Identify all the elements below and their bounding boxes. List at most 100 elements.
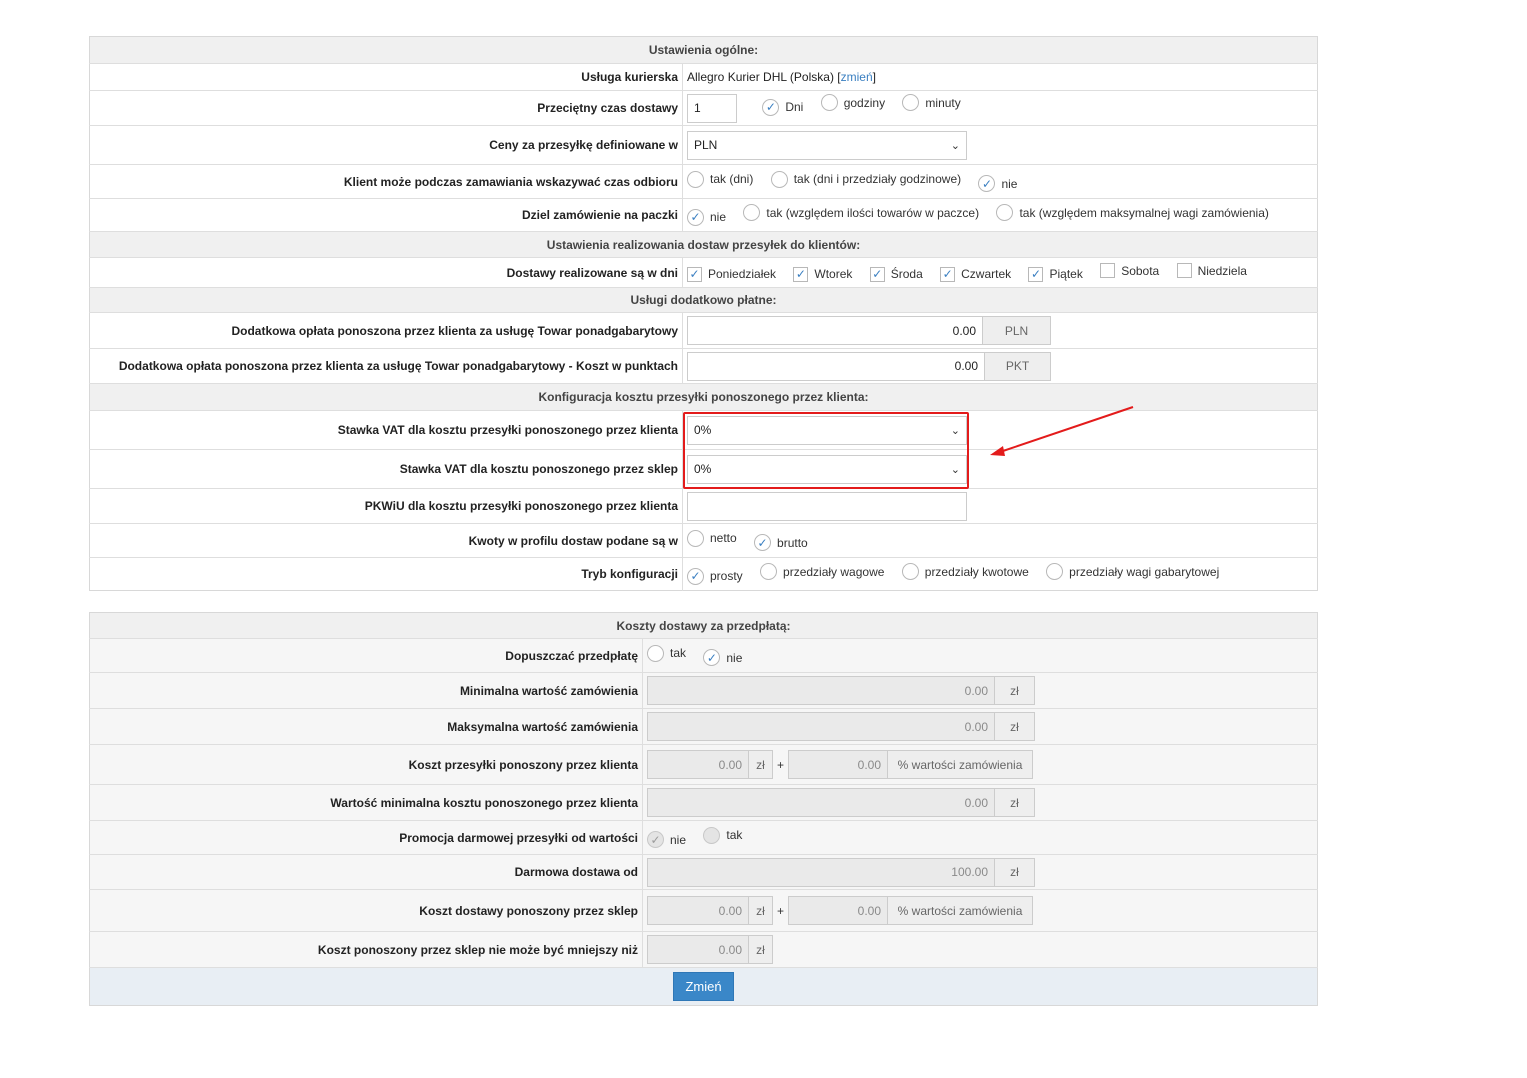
day-checkbox-fri[interactable]: ✓ Piątek: [1028, 266, 1083, 282]
unit-days-radio[interactable]: ✓ Dni: [762, 98, 803, 116]
client-cost-input[interactable]: 0.00: [647, 750, 749, 779]
unit-hours-radio[interactable]: godziny: [820, 94, 885, 112]
split-no-radio[interactable]: ✓ nie: [687, 208, 726, 226]
day-checkbox-thu[interactable]: ✓ Czwartek: [940, 266, 1011, 282]
vat-client-select[interactable]: 0% ⌄: [687, 415, 967, 445]
allow-prepaid-yes-radio[interactable]: tak: [647, 644, 686, 662]
day-checkbox-mon[interactable]: ✓ Poniedziałek: [687, 266, 776, 282]
section-header-general: Ustawienia ogólne:: [89, 36, 1318, 64]
radio-empty-icon: [770, 170, 788, 188]
radio-empty-icon: [687, 529, 704, 547]
section-header-cost-config: Konfiguracja kosztu przesyłki ponoszoneg…: [89, 383, 1318, 411]
shop-cost-pct-input[interactable]: 0.00: [788, 896, 889, 925]
plus-sign: +: [777, 757, 785, 772]
mode-simple-radio[interactable]: ✓ prosty: [687, 567, 743, 585]
shop-cost-label: Koszt dostawy ponoszony przez sklep: [89, 889, 643, 932]
pickup-days-radio[interactable]: tak (dni): [687, 170, 753, 188]
shop-min-label: Koszt ponoszony przez sklep nie może być…: [89, 931, 643, 968]
promo-label: Promocja darmowej przesyłki od wartości: [89, 820, 643, 855]
allow-prepaid-no-radio[interactable]: ✓ nie: [703, 649, 742, 667]
radio-empty-icon: [1046, 563, 1064, 581]
max-order-input[interactable]: 0.00: [647, 712, 995, 741]
free-from-input[interactable]: 100.00: [647, 857, 995, 887]
radio-empty-icon: [902, 94, 920, 112]
currency-addon: zł: [995, 712, 1035, 741]
pct-addon: % wartości zamówienia: [888, 896, 1034, 925]
radio-checked-icon: ✓: [762, 98, 780, 116]
day-checkbox-tue[interactable]: ✓ Wtorek: [793, 266, 852, 282]
currency-label: Ceny za przesyłkę definiowane w: [89, 125, 683, 165]
courier-value: Allegro Kurier DHL (Polska): [687, 70, 834, 84]
mode-label: Tryb konfiguracji: [89, 557, 683, 591]
day-checkbox-wed[interactable]: ✓ Środa: [869, 266, 923, 282]
checkbox-checked-icon: ✓: [869, 266, 885, 282]
day-checkbox-sun[interactable]: Niedziela: [1176, 263, 1247, 279]
promo-yes-radio[interactable]: tak: [703, 826, 742, 844]
max-order-label: Maksymalna wartość zamówienia: [89, 708, 643, 745]
checkbox-checked-icon: ✓: [940, 266, 956, 282]
allow-prepaid-label: Dopuszczać przedpłatę: [89, 638, 643, 673]
currency-addon: zł: [749, 935, 773, 964]
avg-time-input[interactable]: 1: [687, 93, 737, 123]
radio-checked-icon: ✓: [687, 208, 704, 226]
pkwiu-input[interactable]: [687, 491, 967, 521]
amounts-gross-radio[interactable]: ✓ brutto: [754, 534, 808, 552]
client-cost-pct-input[interactable]: 0.00: [788, 750, 889, 779]
pickup-hours-radio[interactable]: tak (dni i przedziały godzinowe): [770, 170, 961, 188]
mode-weight-radio[interactable]: przedziały wagowe: [760, 563, 884, 581]
pickup-no-radio[interactable]: ✓ nie: [978, 175, 1017, 193]
checkbox-empty-icon: [1100, 263, 1116, 279]
oversize-points-label: Dodatkowa opłata ponoszona przez klienta…: [89, 348, 683, 384]
radio-checked-icon: ✓: [687, 567, 704, 585]
min-order-input[interactable]: 0.00: [647, 676, 995, 705]
form-footer: Zmień: [89, 967, 1318, 1006]
unit-minutes-radio[interactable]: minuty: [902, 94, 961, 112]
amounts-label: Kwoty w profilu dostaw podane są w: [89, 523, 683, 558]
promo-no-radio[interactable]: ✓ nie: [647, 831, 686, 849]
free-from-label: Darmowa dostawa od: [89, 854, 643, 890]
submit-button[interactable]: Zmień: [673, 972, 734, 1001]
radio-checked-icon: ✓: [647, 831, 664, 849]
oversize-points-input[interactable]: 0.00: [687, 351, 985, 381]
prepaid-table: Koszty dostawy za przedpłatą: Dopuszczać…: [89, 612, 1318, 1006]
split-label: Dziel zamówienie na paczki: [89, 198, 683, 232]
radio-empty-icon: [647, 644, 664, 662]
min-client-cost-label: Wartość minimalna kosztu ponoszonego prz…: [89, 784, 643, 821]
section-header-prepaid: Koszty dostawy za przedpłatą:: [89, 612, 1318, 639]
amounts-net-radio[interactable]: netto: [687, 529, 737, 547]
radio-empty-icon: [743, 204, 761, 222]
currency-addon: zł: [749, 896, 773, 925]
currency-addon: zł: [749, 750, 773, 779]
shop-min-input[interactable]: 0.00: [647, 935, 749, 964]
split-count-radio[interactable]: tak (względem ilości towarów w paczce): [743, 204, 979, 222]
chevron-down-icon: ⌄: [950, 463, 960, 476]
oversize-input[interactable]: 0.00: [687, 316, 983, 345]
pkwiu-label: PKWiU dla kosztu przesyłki ponoszonego p…: [89, 488, 683, 524]
oversize-points-unit: PKT: [985, 351, 1051, 381]
radio-empty-icon: [996, 204, 1014, 222]
radio-empty-icon: [901, 563, 919, 581]
split-weight-radio[interactable]: tak (względem maksymalnej wagi zamówieni…: [996, 204, 1269, 222]
radio-checked-icon: ✓: [703, 649, 721, 667]
vat-client-label: Stawka VAT dla kosztu przesyłki ponoszon…: [89, 410, 683, 450]
courier-change-link[interactable]: zmień: [841, 70, 873, 84]
radio-empty-icon: [703, 826, 721, 844]
pickup-label: Klient może podczas zamawiania wskazywać…: [89, 164, 683, 199]
radio-empty-icon: [820, 94, 838, 112]
radio-checked-icon: ✓: [754, 534, 772, 552]
mode-dimweight-radio[interactable]: przedziały wagi gabarytowej: [1046, 563, 1219, 581]
currency-addon: zł: [995, 788, 1035, 817]
day-checkbox-sat[interactable]: Sobota: [1100, 263, 1159, 279]
checkbox-checked-icon: ✓: [793, 266, 809, 282]
min-client-cost-input[interactable]: 0.00: [647, 788, 995, 817]
pct-addon: % wartości zamówienia: [888, 750, 1034, 779]
radio-checked-icon: ✓: [978, 175, 996, 193]
vat-shop-select[interactable]: 0% ⌄: [687, 454, 967, 484]
chevron-down-icon: ⌄: [950, 139, 960, 152]
shop-cost-input[interactable]: 0.00: [647, 896, 749, 925]
oversize-unit: PLN: [983, 316, 1051, 345]
mode-amount-radio[interactable]: przedziały kwotowe: [901, 563, 1029, 581]
avg-time-label: Przeciętny czas dostawy: [89, 90, 683, 126]
currency-select[interactable]: PLN ⌄: [687, 130, 967, 160]
min-order-label: Minimalna wartość zamówienia: [89, 672, 643, 709]
